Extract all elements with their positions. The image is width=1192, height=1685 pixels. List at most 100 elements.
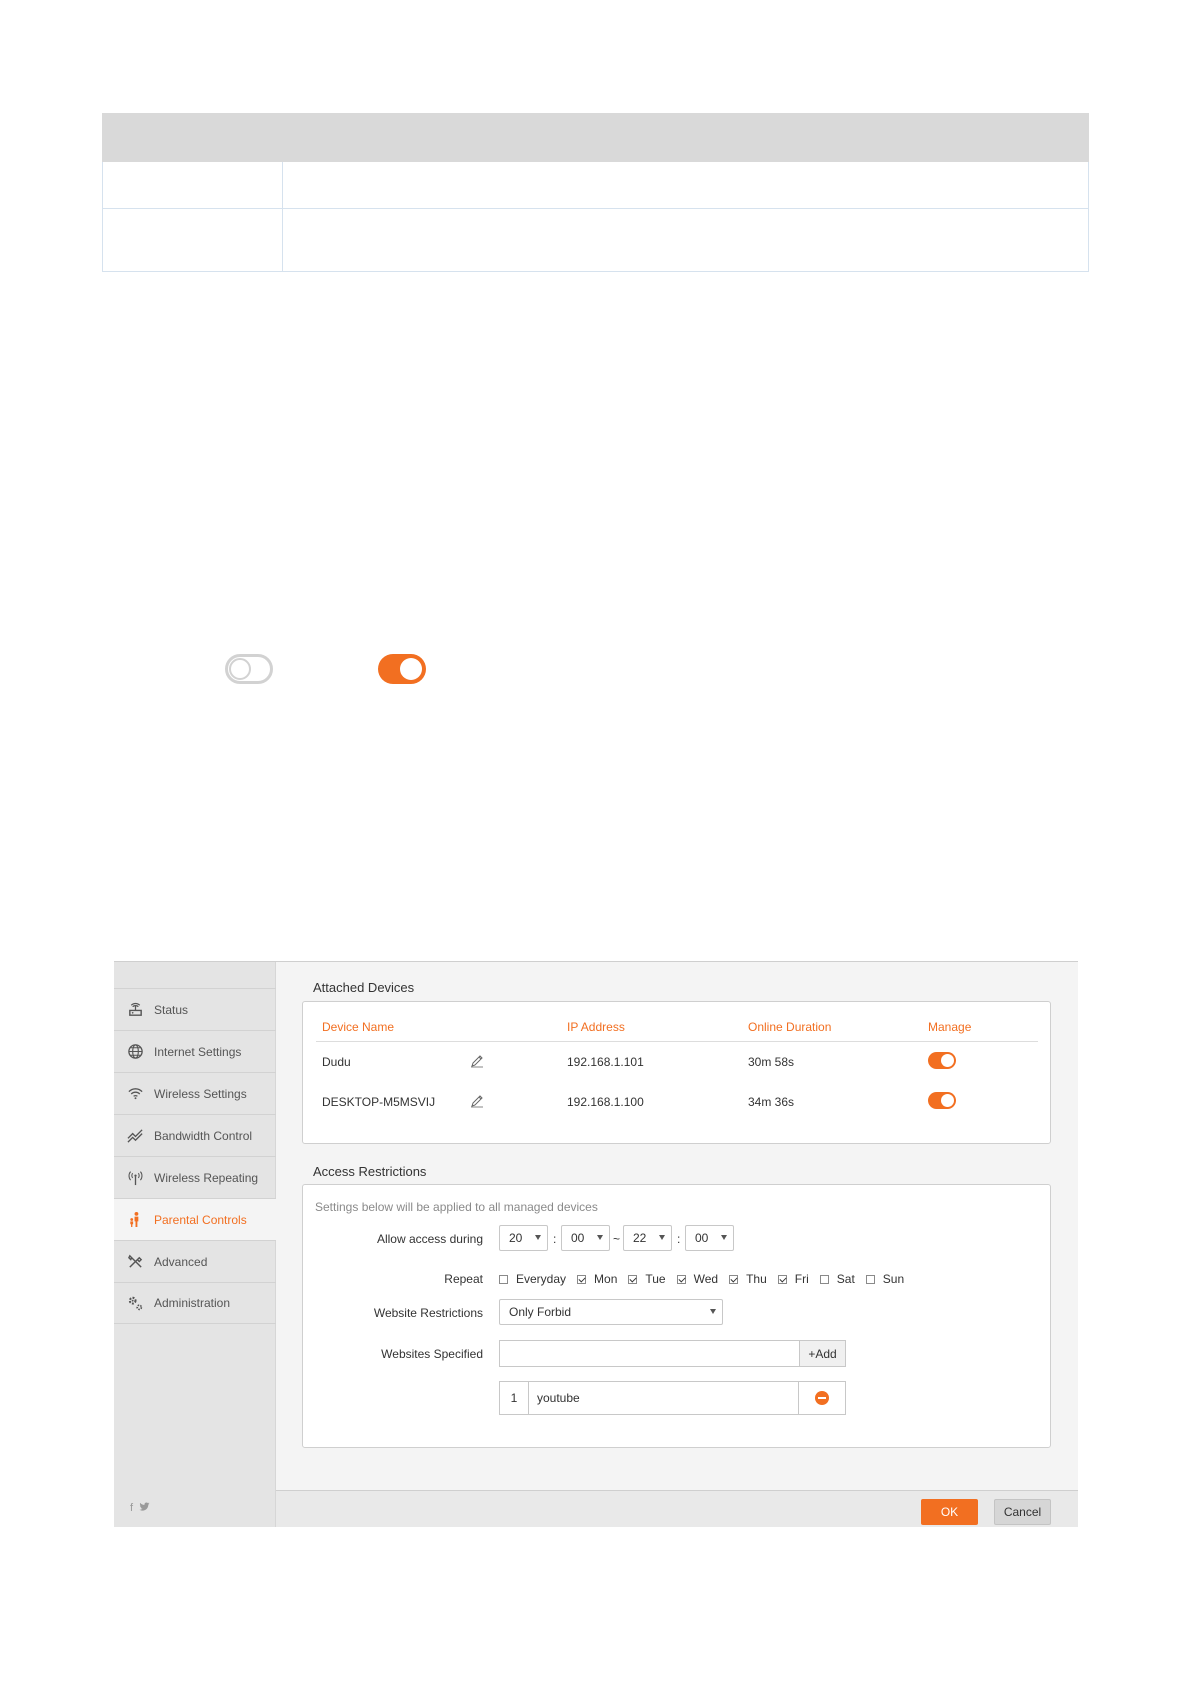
- sidebar-item-parental-controls[interactable]: Parental Controls: [114, 1198, 276, 1240]
- dropdown-arrow-icon: [535, 1235, 541, 1240]
- router-icon: [127, 1001, 144, 1018]
- websites-specified-label: Websites Specified: [381, 1347, 483, 1361]
- sidebar-item-label: Internet Settings: [154, 1044, 242, 1059]
- toggle-on-example: [378, 654, 426, 684]
- facebook-icon[interactable]: f: [130, 1502, 133, 1515]
- sidebar-item-status[interactable]: Status: [114, 988, 276, 1030]
- day-checkbox-tue[interactable]: Tue: [628, 1272, 666, 1286]
- add-website-button[interactable]: +Add: [799, 1340, 846, 1367]
- device-ip: 192.168.1.100: [567, 1095, 644, 1109]
- document-table: [102, 113, 1089, 272]
- router-admin-screenshot: Status Internet Settings Wireless Settin…: [114, 961, 1078, 1527]
- manage-toggle[interactable]: [928, 1092, 956, 1109]
- remove-icon[interactable]: [815, 1391, 829, 1405]
- end-minute-select[interactable]: 00: [685, 1225, 734, 1251]
- sidebar-item-label: Wireless Repeating: [154, 1170, 259, 1185]
- table-row: DESKTOP-M5MSVIJ 192.168.1.100 34m 36s: [316, 1082, 1038, 1122]
- sidebar-item-label: Administration: [154, 1296, 231, 1310]
- checkbox[interactable]: [729, 1274, 739, 1284]
- device-name: DESKTOP-M5MSVIJ: [322, 1095, 436, 1109]
- sidebar-item-advanced[interactable]: Advanced: [114, 1240, 276, 1282]
- range-separator: ~: [613, 1232, 621, 1246]
- table-row: [102, 161, 1089, 209]
- device-duration: 34m 36s: [748, 1095, 795, 1109]
- sidebar-item-wireless-repeating[interactable]: Wireless Repeating: [114, 1156, 276, 1198]
- column-header-device-name: Device Name: [322, 1019, 395, 1034]
- devices-table-header: Device Name IP Address Online Duration M…: [316, 1012, 1038, 1042]
- checkbox[interactable]: [628, 1274, 638, 1284]
- attached-devices-title: Attached Devices: [313, 980, 415, 995]
- wifi-icon: [127, 1085, 144, 1102]
- manage-toggle[interactable]: [928, 1052, 956, 1069]
- access-restrictions-title: Access Restrictions: [313, 1164, 427, 1179]
- sidebar-item-label: Advanced: [154, 1254, 208, 1269]
- website-index: 1: [500, 1382, 529, 1414]
- dropdown-arrow-icon: [659, 1235, 665, 1240]
- time-separator: :: [677, 1232, 681, 1246]
- website-value: youtube: [537, 1391, 580, 1405]
- parent-child-icon: [127, 1211, 144, 1228]
- website-restrictions-label: Website Restrictions: [373, 1306, 483, 1320]
- toggle-knob: [229, 658, 251, 680]
- column-header-manage: Manage: [928, 1019, 972, 1034]
- day-checkbox-sat[interactable]: Sat: [819, 1272, 855, 1286]
- ok-button[interactable]: OK: [921, 1499, 978, 1525]
- start-minute-select[interactable]: 00: [561, 1225, 610, 1251]
- column-header-online-duration: Online Duration: [748, 1019, 832, 1034]
- sidebar-item-label: Bandwidth Control: [154, 1128, 253, 1143]
- social-links: f: [130, 1502, 150, 1515]
- dropdown-arrow-icon: [597, 1235, 603, 1240]
- repeat-label: Repeat: [444, 1272, 483, 1286]
- day-checkbox-mon[interactable]: Mon: [577, 1272, 617, 1286]
- table-row: Dudu 192.168.1.101 30m 58s: [316, 1042, 1038, 1082]
- repeat-days: Everyday Mon Tue Wed Thu Fri Sat Sun: [499, 1272, 915, 1286]
- day-checkbox-thu[interactable]: Thu: [729, 1272, 767, 1286]
- sidebar-item-administration[interactable]: Administration: [114, 1282, 276, 1324]
- sidebar-item-label: Wireless Settings: [154, 1086, 247, 1101]
- tools-icon: [127, 1253, 144, 1270]
- day-checkbox-fri[interactable]: Fri: [777, 1272, 809, 1286]
- dropdown-arrow-icon: [721, 1235, 727, 1240]
- website-restrictions-select[interactable]: Only Forbid: [499, 1299, 723, 1325]
- checkbox[interactable]: [777, 1274, 787, 1284]
- toggle-knob: [400, 658, 422, 680]
- start-hour-select[interactable]: 20: [499, 1225, 548, 1251]
- edit-pencil-icon[interactable]: [470, 1054, 484, 1068]
- checkbox[interactable]: [499, 1274, 508, 1284]
- settings-hint: Settings below will be applied to all ma…: [315, 1200, 598, 1214]
- cancel-button[interactable]: Cancel: [994, 1499, 1051, 1525]
- attached-devices-panel: Device Name IP Address Online Duration M…: [302, 1001, 1051, 1144]
- access-restrictions-panel: Settings below will be applied to all ma…: [302, 1184, 1051, 1448]
- table-row: [102, 208, 1089, 272]
- twitter-icon[interactable]: [139, 1502, 150, 1515]
- checkbox[interactable]: [819, 1274, 829, 1284]
- end-hour-select[interactable]: 22: [623, 1225, 672, 1251]
- day-checkbox-wed[interactable]: Wed: [676, 1272, 718, 1286]
- sidebar-item-label: Parental Controls: [154, 1212, 247, 1227]
- gears-icon: [127, 1295, 144, 1312]
- edit-pencil-icon[interactable]: [470, 1094, 484, 1108]
- sidebar-item-bandwidth-control[interactable]: Bandwidth Control: [114, 1114, 276, 1156]
- main-content: Attached Devices Device Name IP Address …: [276, 962, 1078, 1490]
- checkbox[interactable]: [676, 1274, 686, 1284]
- table-header-row: [102, 113, 1089, 162]
- bandwidth-icon: [127, 1127, 144, 1144]
- sidebar-item-label: Status: [154, 1002, 189, 1017]
- day-checkbox-sun[interactable]: Sun: [865, 1272, 904, 1286]
- device-name: Dudu: [322, 1055, 351, 1069]
- day-checkbox-everyday[interactable]: Everyday: [499, 1272, 566, 1286]
- globe-icon: [127, 1043, 144, 1060]
- devices-table: Device Name IP Address Online Duration M…: [316, 1012, 1038, 1122]
- device-ip: 192.168.1.101: [567, 1055, 644, 1069]
- column-header-ip-address: IP Address: [567, 1019, 625, 1034]
- footer-bar: OK Cancel: [276, 1490, 1078, 1527]
- device-duration: 30m 58s: [748, 1055, 795, 1069]
- sidebar-item-internet-settings[interactable]: Internet Settings: [114, 1030, 276, 1072]
- dropdown-arrow-icon: [710, 1309, 716, 1314]
- checkbox[interactable]: [577, 1274, 587, 1284]
- website-input[interactable]: [499, 1340, 800, 1367]
- sidebar-item-wireless-settings[interactable]: Wireless Settings: [114, 1072, 276, 1114]
- antenna-icon: [127, 1169, 144, 1186]
- list-item: 1 youtube: [499, 1381, 846, 1415]
- checkbox[interactable]: [865, 1274, 875, 1284]
